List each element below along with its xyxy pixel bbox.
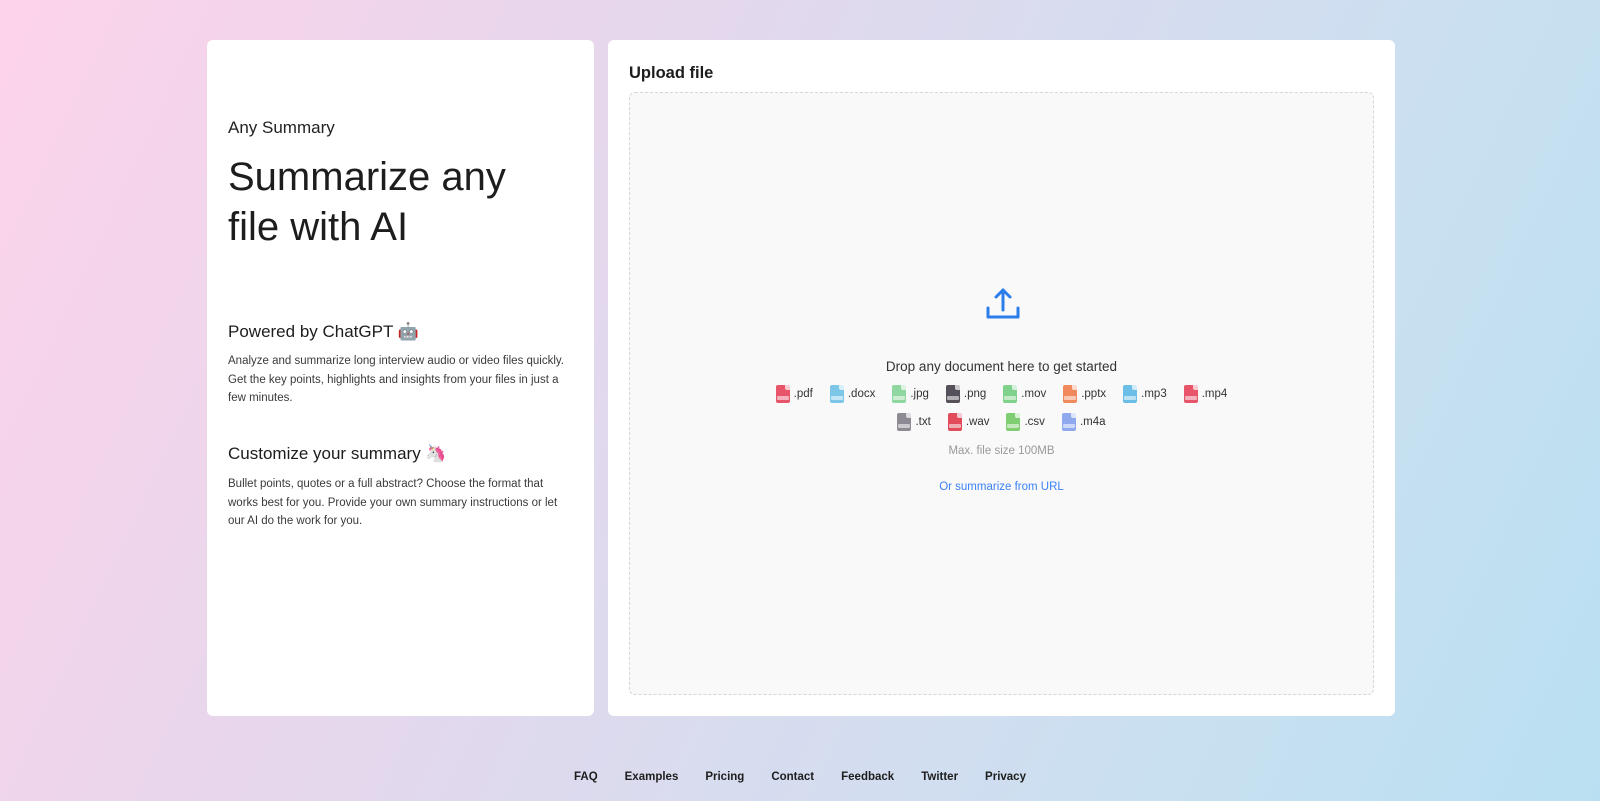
footer-link-pricing[interactable]: Pricing xyxy=(705,771,744,783)
mp3-file-icon xyxy=(1123,385,1138,403)
feature-text-chatgpt: Analyze and summarize long interview aud… xyxy=(228,355,565,404)
file-dropzone[interactable]: Drop any document here to get started .p… xyxy=(629,92,1374,695)
jpg-file-icon xyxy=(892,385,907,403)
footer-link-examples[interactable]: Examples xyxy=(625,771,679,783)
upload-title: Upload file xyxy=(629,64,714,82)
footer-link-contact[interactable]: Contact xyxy=(771,771,814,783)
file-type-mp3: .mp3 xyxy=(1123,385,1167,403)
upload-icon xyxy=(986,288,1020,319)
file-type-label: .wav xyxy=(965,416,990,428)
file-type-label: .mp3 xyxy=(1141,388,1167,400)
file-types-row-1: .pdf .docx .jpg .png .mov .pptx .mp3 .mp4 xyxy=(630,385,1373,403)
file-type-txt: .txt xyxy=(897,413,931,431)
file-type-label: .csv xyxy=(1024,416,1045,428)
file-type-mov: .mov xyxy=(1003,385,1046,403)
footer-nav: FAQ Examples Pricing Contact Feedback Twitter… xyxy=(0,771,1600,783)
wav-file-icon xyxy=(947,413,962,431)
file-type-label: .m4a xyxy=(1079,416,1106,428)
file-types-row-2: .txt .wav .csv .m4a xyxy=(630,413,1373,431)
file-type-pdf: .pdf xyxy=(775,385,813,403)
file-type-jpg: .jpg xyxy=(892,385,929,403)
file-type-docx: .docx xyxy=(829,385,876,403)
pptx-file-icon xyxy=(1063,385,1078,403)
m4a-file-icon xyxy=(1061,413,1076,431)
drop-instructions: Drop any document here to get started xyxy=(885,359,1118,374)
mov-file-icon xyxy=(1003,385,1018,403)
feature-title-chatgpt: Powered by ChatGPT 🤖 xyxy=(228,322,419,341)
file-type-label: .txt xyxy=(915,416,931,428)
file-type-label: .pptx xyxy=(1081,388,1107,400)
file-type-wav: .wav xyxy=(947,413,990,431)
file-type-label: .jpg xyxy=(910,388,929,400)
footer-link-privacy[interactable]: Privacy xyxy=(985,771,1026,783)
file-type-mp4: .mp4 xyxy=(1183,385,1228,403)
file-type-pptx: .pptx xyxy=(1063,385,1106,403)
file-type-label: .pdf xyxy=(793,388,813,400)
upload-card: Upload file Drop any document here to ge… xyxy=(608,40,1395,716)
file-type-label: .mp4 xyxy=(1201,388,1228,400)
file-type-m4a: .m4a xyxy=(1061,413,1106,431)
summarize-from-url-link[interactable]: Or summarize from URL xyxy=(630,481,1373,493)
file-type-label: .png xyxy=(963,388,987,400)
file-type-csv: .csv xyxy=(1006,413,1045,431)
file-type-label: .mov xyxy=(1021,388,1047,400)
file-type-label: .docx xyxy=(847,388,876,400)
file-type-png: .png xyxy=(945,385,987,403)
max-file-size: Max. file size 100MB xyxy=(948,445,1055,457)
csv-file-icon xyxy=(1006,413,1021,431)
page-headline: Summarize any file with AI xyxy=(228,155,506,249)
footer-link-faq[interactable]: FAQ xyxy=(574,771,598,783)
intro-card: Any Summary Summarize any file with AI P… xyxy=(207,40,594,716)
mp4-file-icon xyxy=(1183,385,1198,403)
footer-link-twitter[interactable]: Twitter xyxy=(921,771,958,783)
docx-file-icon xyxy=(829,385,844,403)
feature-title-customize: Customize your summary 🦄 xyxy=(228,444,447,463)
pdf-file-icon xyxy=(775,385,790,403)
feature-text-customize: Bullet points, quotes or a full abstract… xyxy=(228,478,558,527)
txt-file-icon xyxy=(897,413,912,431)
brand-name: Any Summary xyxy=(228,118,335,137)
footer-link-feedback[interactable]: Feedback xyxy=(841,771,894,783)
png-file-icon xyxy=(945,385,960,403)
